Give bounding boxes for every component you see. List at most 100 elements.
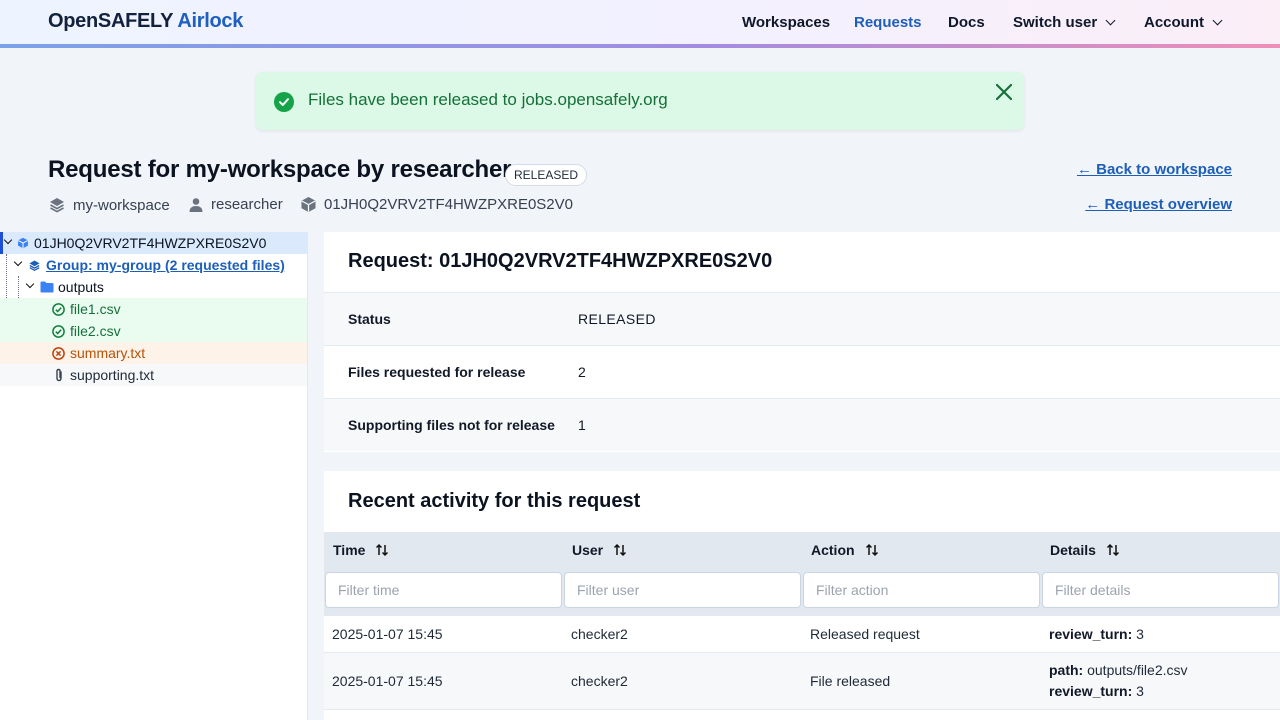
tree-file-label: summary.txt: [70, 345, 146, 361]
tree-item-group[interactable]: Group: my-group (2 requested files): [0, 254, 307, 276]
table-row: [324, 709, 1280, 720]
filter-user-input[interactable]: [564, 572, 801, 608]
chevron-down-icon[interactable]: [3, 235, 13, 245]
chevron-down-icon[interactable]: [25, 279, 35, 289]
request-details-panel: Request: 01JH0Q2VRV2TF4HWZPXRE0S2V0 Stat…: [324, 232, 1280, 452]
panel-title: Request: 01JH0Q2VRV2TF4HWZPXRE0S2V0: [348, 250, 773, 272]
detail-value: outputs/file2.csv: [1087, 662, 1188, 678]
chevron-down-icon: [1105, 15, 1116, 26]
detail-value: 1: [578, 417, 586, 433]
cell-details: review_turn: 3: [1049, 683, 1144, 699]
tree-item-folder[interactable]: outputs: [0, 276, 307, 298]
nav-account-label: Account: [1144, 14, 1204, 31]
detail-row-status: Status RELEASED: [324, 292, 1280, 345]
tree-file-item[interactable]: file1.csv: [0, 298, 307, 320]
sort-icon[interactable]: [1106, 543, 1120, 557]
tree-file-item[interactable]: file2.csv: [0, 320, 307, 342]
layers-icon: [29, 260, 40, 272]
file-tree: 01JH0Q2VRV2TF4HWZPXRE0S2V0 Group: my-gro…: [0, 232, 308, 720]
tree-item-label: 01JH0Q2VRV2TF4HWZPXRE0S2V0: [34, 235, 267, 251]
column-label: Details: [1050, 542, 1096, 558]
alert-message: Files have been released to jobs.opensaf…: [308, 90, 668, 109]
detail-value: 3: [1136, 683, 1144, 699]
user-icon: [189, 197, 203, 212]
cube-icon: [301, 197, 316, 212]
nav-workspaces[interactable]: Workspaces: [742, 14, 830, 31]
activity-table-header: Time User Action Details: [324, 532, 1280, 570]
brand-name: OpenSAFELY: [48, 10, 173, 32]
tree-item-label: outputs: [58, 279, 104, 295]
column-header-time[interactable]: Time: [333, 542, 389, 558]
cell-action: Released request: [810, 626, 920, 642]
page-title: Request for my-workspace by researcher: [48, 156, 512, 183]
tree-file-label: file1.csv: [70, 301, 121, 317]
detail-key: Supporting files not for release: [348, 417, 555, 433]
x-circle-icon: [52, 347, 65, 360]
cell-action: File released: [810, 673, 891, 689]
tree-file-item[interactable]: supporting.txt: [0, 364, 307, 386]
detail-value: RELEASED: [578, 311, 656, 327]
nav-switch-user[interactable]: Switch user: [1013, 14, 1116, 31]
back-to-workspace-link[interactable]: ← Back to workspace: [1077, 161, 1232, 178]
tree-item-request[interactable]: 01JH0Q2VRV2TF4HWZPXRE0S2V0: [0, 232, 307, 254]
check-circle-icon: [274, 92, 294, 112]
cube-icon: [18, 237, 28, 249]
detail-key: review_turn:: [1049, 626, 1133, 642]
meta-request-id-label: 01JH0Q2VRV2TF4HWZPXRE0S2V0: [324, 196, 573, 213]
cell-details: review_turn: 3: [1049, 626, 1144, 642]
cell-user: checker2: [571, 626, 628, 642]
column-header-user[interactable]: User: [572, 542, 627, 558]
filter-details-input[interactable]: [1042, 572, 1279, 608]
check-circle-icon: [52, 325, 65, 338]
brand-product: Airlock: [177, 10, 244, 32]
request-overview-link[interactable]: ← Request overview: [1085, 196, 1232, 213]
success-alert: Files have been released to jobs.opensaf…: [256, 72, 1024, 130]
app-logo[interactable]: OpenSAFELY Airlock: [48, 10, 243, 33]
paperclip-icon: [56, 368, 62, 382]
table-row: 2025-01-07 15:45 checker2 Released reque…: [324, 615, 1280, 652]
detail-row-supporting-files: Supporting files not for release 1: [324, 398, 1280, 451]
detail-row-files-requested: Files requested for release 2: [324, 345, 1280, 398]
cell-details: path: outputs/file2.csv: [1049, 662, 1188, 678]
tree-file-item[interactable]: summary.txt: [0, 342, 307, 364]
nav-requests[interactable]: Requests: [854, 14, 922, 31]
sort-icon[interactable]: [375, 543, 389, 557]
cell-time: 2025-01-07 15:45: [332, 626, 443, 642]
tree-file-label: supporting.txt: [70, 367, 155, 383]
meta-request-id: 01JH0Q2VRV2TF4HWZPXRE0S2V0: [300, 196, 573, 213]
status-badge: RELEASED: [505, 164, 588, 186]
detail-value: 3: [1136, 626, 1144, 642]
detail-key: Files requested for release: [348, 364, 526, 380]
nav-switch-user-label: Switch user: [1013, 14, 1098, 31]
column-header-action[interactable]: Action: [811, 542, 879, 558]
detail-key: path:: [1049, 662, 1084, 678]
cell-time: 2025-01-07 15:45: [332, 673, 443, 689]
filter-time-input[interactable]: [325, 572, 562, 608]
close-icon[interactable]: [994, 82, 1014, 102]
detail-key: Status: [348, 311, 391, 327]
meta-user-label: researcher: [211, 196, 283, 213]
chevron-down-icon[interactable]: [13, 257, 23, 267]
sort-icon[interactable]: [613, 543, 627, 557]
activity-panel: Recent activity for this request Time Us…: [324, 471, 1280, 720]
column-label: Action: [811, 542, 855, 558]
activity-filter-row: [324, 570, 1280, 615]
meta-workspace-label: my-workspace: [73, 196, 170, 214]
activity-title: Recent activity for this request: [348, 490, 641, 512]
meta-workspace: my-workspace: [48, 196, 170, 214]
detail-key: review_turn:: [1049, 683, 1133, 699]
column-label: Time: [333, 542, 366, 558]
filter-action-input[interactable]: [803, 572, 1040, 608]
meta-user: researcher: [188, 196, 283, 213]
sort-icon[interactable]: [865, 543, 879, 557]
chevron-down-icon: [1212, 15, 1223, 26]
nav-account[interactable]: Account: [1144, 14, 1223, 31]
tree-group-link[interactable]: Group: my-group (2 requested files): [46, 257, 285, 273]
tree-file-label: file2.csv: [70, 323, 121, 339]
table-row: 2025-01-07 15:45 checker2 File released …: [324, 652, 1280, 709]
check-circle-icon: [52, 303, 65, 316]
column-header-details[interactable]: Details: [1050, 542, 1120, 558]
top-header: OpenSAFELY Airlock Workspaces Requests D…: [0, 0, 1280, 48]
layers-icon: [50, 198, 64, 213]
nav-docs[interactable]: Docs: [948, 14, 985, 31]
